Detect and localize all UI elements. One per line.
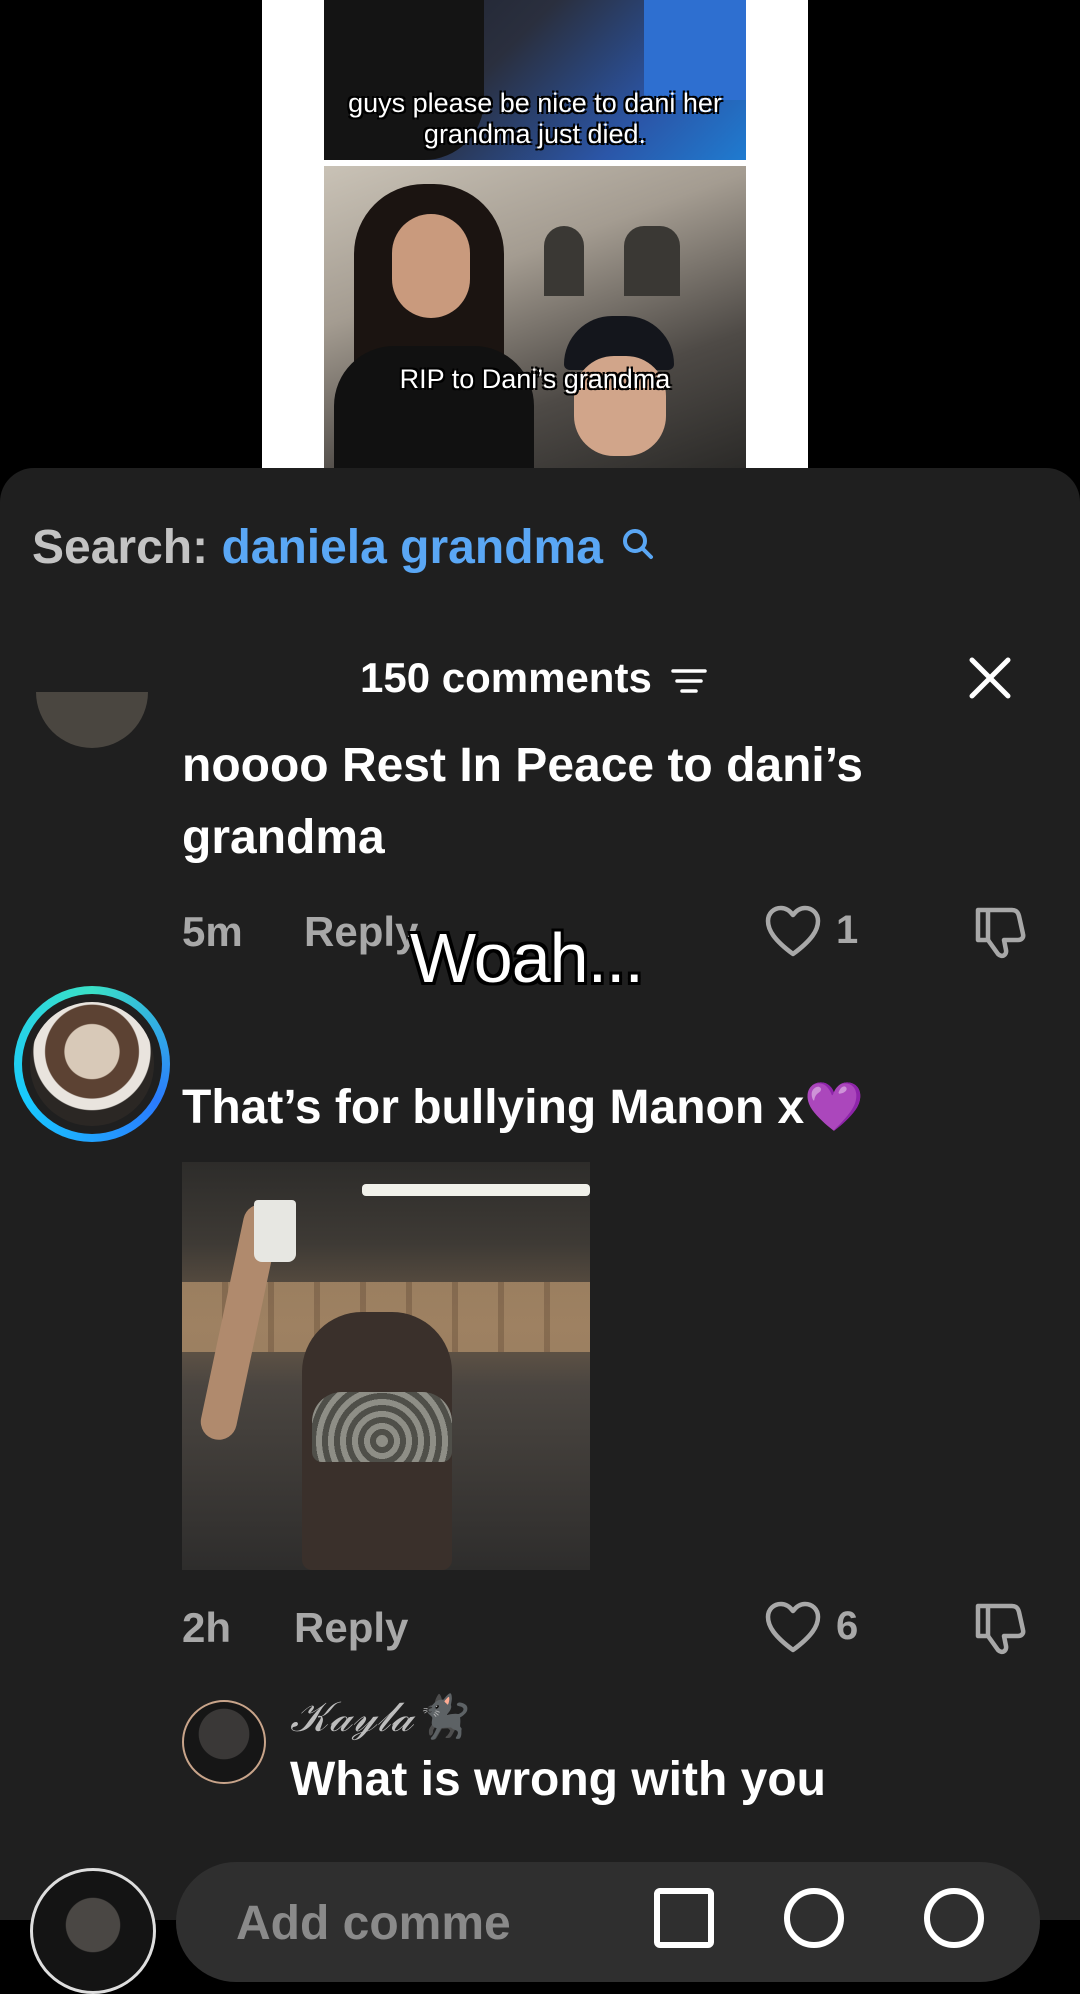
comment-time: 2h [182,1604,232,1651]
search-label: Search: [32,521,209,574]
search-icon [623,529,654,559]
video-frame[interactable]: guys please be nice to dani her grandma … [262,0,808,468]
image-icon[interactable] [654,1888,714,1948]
add-comment-input[interactable]: Add comme [176,1862,1040,1982]
reply-avatar[interactable] [182,1700,266,1784]
avatar[interactable] [36,692,148,748]
mention-icon[interactable] [924,1888,984,1948]
reply-username[interactable]: 𝒦𝒶𝓎𝓁𝒶🐈‍⬛ [290,1692,466,1742]
search-suggestion[interactable]: Search: daniela grandma [32,520,656,575]
comments-sheet: Search: daniela grandma 150 comments noo… [0,468,1080,1920]
reply-button[interactable]: Reply [304,908,418,956]
dislike-icon[interactable] [968,1600,1028,1656]
my-avatar [30,1868,156,1994]
heart-icon[interactable] [764,1600,822,1654]
emoji-icon[interactable] [784,1888,844,1948]
reply-button[interactable]: Reply [294,1604,408,1652]
like-count: 1 [836,908,859,952]
sort-lines-icon[interactable] [671,666,708,696]
comment-text: noooo Rest In Peace to dani’s grandma [182,739,863,864]
comments-count: 150 comments [360,654,652,701]
add-comment-placeholder: Add comme [236,1897,511,1950]
avatar-story-ring[interactable] [14,986,170,1142]
like-count: 6 [836,1604,859,1648]
close-icon[interactable] [966,654,1014,702]
comment-text: That’s for bullying Manon x💜 [182,1081,864,1134]
reply-text: What is wrong with you [290,1753,826,1806]
avatar [30,1002,154,1126]
meme-top-image: guys please be nice to dani her grandma … [324,0,746,160]
meme-bottom-image: RIP to Dani’s grandma [324,166,746,468]
search-query[interactable]: daniela grandma [221,521,602,574]
comment-gif[interactable] [182,1162,590,1570]
comments-count-header[interactable]: 150 comments [360,654,708,702]
meme-caption-bottom: RIP to Dani’s grandma [399,364,671,394]
comment-time: 5m [182,908,243,955]
dislike-icon[interactable] [968,904,1028,960]
heart-icon[interactable] [764,904,822,958]
meme-caption-top: guys please be nice to dani her grandma … [348,88,722,149]
video-overlay-text: Woah... [410,919,644,997]
